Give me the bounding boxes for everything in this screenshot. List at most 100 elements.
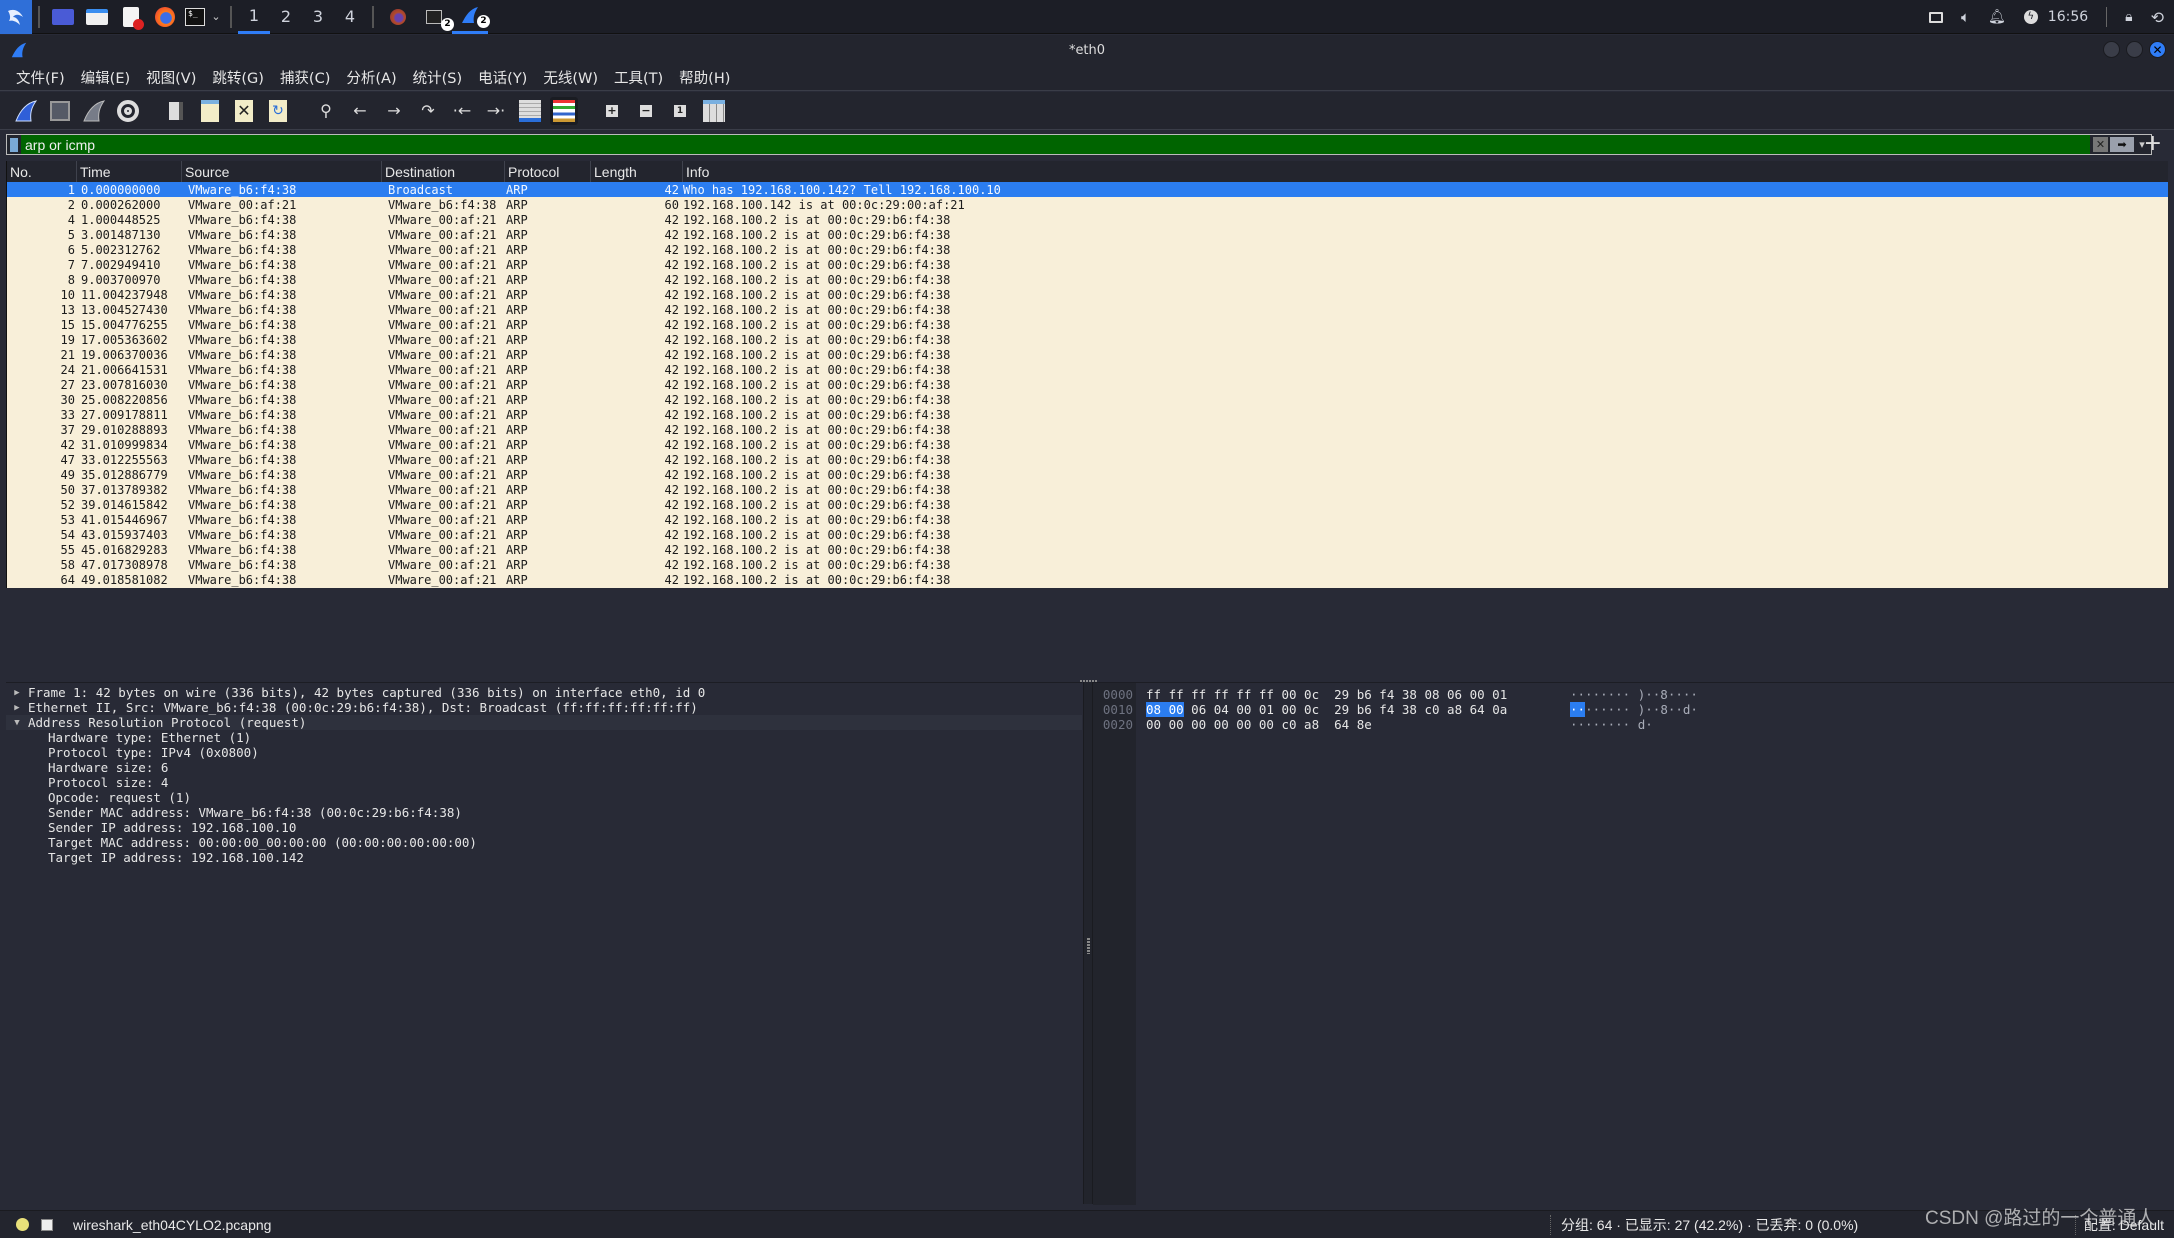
column-header-source[interactable]: Source: [182, 161, 382, 182]
tree-field[interactable]: Protocol type: IPv4 (0x0800): [6, 745, 1082, 760]
zoom-out-button[interactable]: −: [632, 97, 660, 125]
column-header-destination[interactable]: Destination: [382, 161, 505, 182]
colorize-button[interactable]: [550, 96, 578, 125]
hex-bytes[interactable]: 00 00 00 00 00 00 c0 a8 64 8e: [1146, 717, 1546, 732]
workspace-1[interactable]: 1: [238, 0, 270, 34]
packet-details-tree[interactable]: ▶ Frame 1: 42 bytes on wire (336 bits), 4…: [6, 682, 1082, 1204]
packet-row[interactable]: 24 21.006641531 VMware_b6:f4:38 VMware_00:a…: [7, 362, 2168, 377]
workspace-2[interactable]: 2: [270, 0, 302, 34]
packet-row[interactable]: 7 7.002949410 VMware_b6:f4:38 VMware_00:af:…: [7, 257, 2168, 272]
tree-field[interactable]: Opcode: request (1): [6, 790, 1082, 805]
close-button[interactable]: ✕: [2149, 41, 2166, 58]
text-editor-button[interactable]: [114, 0, 148, 34]
packet-list[interactable]: No. Time Source Destination Protocol Len…: [6, 161, 2168, 588]
kali-menu-button[interactable]: [0, 0, 32, 34]
packet-row[interactable]: 47 33.012255563 VMware_b6:f4:38 VMware_00:a…: [7, 452, 2168, 467]
ascii-highlighted[interactable]: ··: [1570, 702, 1586, 717]
tree-field[interactable]: Sender MAC address: VMware_b6:f4:38 (00:…: [6, 805, 1082, 820]
column-header-length[interactable]: Length: [591, 161, 683, 182]
menu-tools[interactable]: 工具(T): [606, 67, 671, 88]
menu-telephony[interactable]: 电话(Y): [470, 67, 535, 88]
ascii-dump[interactable]: ········ )··8··d·: [1570, 702, 1698, 717]
resize-columns-button[interactable]: [700, 97, 728, 125]
packet-bytes-pane[interactable]: 0000 ff ff ff ff ff ff 00 0c 29 b6 f4 38 …: [1093, 682, 2174, 1205]
menu-capture[interactable]: 捕获(C): [272, 67, 338, 88]
packet-row[interactable]: 42 31.010999834 VMware_b6:f4:38 VMware_00:a…: [7, 437, 2168, 452]
packet-row[interactable]: 27 23.007816030 VMware_b6:f4:38 VMware_00:a…: [7, 377, 2168, 392]
terminal-launcher[interactable]: $_: [182, 0, 208, 34]
network-icon[interactable]: [1928, 11, 1943, 23]
auto-scroll-button[interactable]: [516, 97, 544, 125]
notification-bell-icon[interactable]: 🔔︎: [1988, 9, 2006, 25]
packet-row[interactable]: 5 3.001487130 VMware_b6:f4:38 VMware_00:af:…: [7, 227, 2168, 242]
first-packet-button[interactable]: ·←: [448, 97, 476, 125]
workspace-3[interactable]: 3: [302, 0, 334, 34]
start-capture-button[interactable]: [12, 97, 40, 125]
packet-row[interactable]: 15 15.004776255 VMware_b6:f4:38 VMware_00:a…: [7, 317, 2168, 332]
packet-row[interactable]: 33 27.009178811 VMware_b6:f4:38 VMware_00:a…: [7, 407, 2168, 422]
workspace-4[interactable]: 4: [334, 0, 366, 34]
packet-row[interactable]: 13 13.004527430 VMware_b6:f4:38 VMware_00:a…: [7, 302, 2168, 317]
tree-field[interactable]: Protocol size: 4: [6, 775, 1082, 790]
ascii-dump[interactable]: ········ )··8····: [1570, 687, 1698, 702]
tree-field[interactable]: Target MAC address: 00:00:00_00:00:00 (0…: [6, 835, 1082, 850]
ascii-dump[interactable]: ········ d·: [1570, 717, 1653, 732]
packet-row[interactable]: 21 19.006370036 VMware_b6:f4:38 VMware_00:a…: [7, 347, 2168, 362]
go-forward-button[interactable]: →: [380, 97, 408, 125]
menu-statistics[interactable]: 统计(S): [405, 67, 471, 88]
packet-row[interactable]: 19 17.005363602 VMware_b6:f4:38 VMware_00:a…: [7, 332, 2168, 347]
menu-wireless[interactable]: 无线(W): [535, 67, 606, 88]
capture-options-button[interactable]: [114, 97, 142, 125]
last-packet-button[interactable]: →·: [482, 97, 510, 125]
packet-row[interactable]: 8 9.003700970 VMware_b6:f4:38 VMware_00:af:…: [7, 272, 2168, 287]
expanded-triangle-icon[interactable]: ▼: [6, 718, 28, 728]
packet-row[interactable]: 50 37.013789382 VMware_b6:f4:38 VMware_00:a…: [7, 482, 2168, 497]
save-file-button[interactable]: [196, 97, 224, 125]
clock[interactable]: 16:56: [2048, 9, 2088, 25]
hex-bytes[interactable]: 08 00 06 04 00 01 00 0c 29 b6 f4 38 c0 a…: [1146, 702, 1546, 717]
apply-filter-button[interactable]: ➡: [2110, 137, 2134, 152]
normal-size-button[interactable]: 1: [666, 97, 694, 125]
window-firefox[interactable]: [380, 0, 416, 34]
tree-field[interactable]: Target IP address: 192.168.100.142: [6, 850, 1082, 865]
menu-go[interactable]: 跳转(G): [204, 67, 272, 88]
tree-field[interactable]: Sender IP address: 192.168.100.10: [6, 820, 1082, 835]
close-file-button[interactable]: ✕: [230, 97, 258, 125]
expert-info-indicator[interactable]: [16, 1218, 29, 1231]
restart-capture-button[interactable]: [80, 97, 108, 125]
menu-file[interactable]: 文件(F): [8, 67, 73, 88]
packet-row[interactable]: 52 39.014615842 VMware_b6:f4:38 VMware_00:a…: [7, 497, 2168, 512]
launcher-dropdown[interactable]: ⌄: [208, 0, 224, 34]
go-to-packet-button[interactable]: ↷: [414, 97, 442, 125]
add-filter-button[interactable]: +: [2144, 131, 2162, 156]
packet-row[interactable]: 49 35.012886779 VMware_b6:f4:38 VMware_00:a…: [7, 467, 2168, 482]
find-packet-button[interactable]: ⚲: [312, 97, 340, 125]
column-header-info[interactable]: Info: [683, 161, 2168, 182]
go-back-button[interactable]: ←: [346, 97, 374, 125]
packet-row[interactable]: 6 5.002312762 VMware_b6:f4:38 VMware_00:af:…: [7, 242, 2168, 257]
packet-row[interactable]: 2 0.000262000 VMware_00:af:21 VMware_b6:f4:…: [7, 197, 2168, 212]
tree-node[interactable]: ▶ Ethernet II, Src: VMware_b6:f4:38 (00:0…: [6, 700, 1082, 715]
zoom-in-button[interactable]: +: [598, 97, 626, 125]
packet-row[interactable]: 37 29.010288893 VMware_b6:f4:38 VMware_00:a…: [7, 422, 2168, 437]
packet-row[interactable]: 54 43.015937403 VMware_b6:f4:38 VMware_00:a…: [7, 527, 2168, 542]
menu-help[interactable]: 帮助(H): [671, 67, 738, 88]
capture-comment-icon[interactable]: [41, 1218, 53, 1231]
display-filter-input[interactable]: [21, 135, 2090, 154]
column-header-no[interactable]: No.: [7, 161, 77, 182]
packet-row[interactable]: 30 25.008220856 VMware_b6:f4:38 VMware_00:a…: [7, 392, 2168, 407]
volume-icon[interactable]: 🔈︎: [1961, 8, 1970, 26]
hex-bytes-highlighted[interactable]: 08 00: [1146, 702, 1184, 717]
column-header-protocol[interactable]: Protocol: [505, 161, 591, 182]
lock-icon[interactable]: 🔒︎: [2125, 9, 2132, 25]
tree-node[interactable]: ▶ Frame 1: 42 bytes on wire (336 bits), 4…: [6, 685, 1082, 700]
collapsed-triangle-icon[interactable]: ▶: [6, 703, 28, 713]
show-desktop-button[interactable]: [46, 0, 80, 34]
tree-field[interactable]: Hardware size: 6: [6, 760, 1082, 775]
packet-row[interactable]: 53 41.015446967 VMware_b6:f4:38 VMware_00:a…: [7, 512, 2168, 527]
open-file-button[interactable]: [162, 97, 190, 125]
stop-capture-button[interactable]: [46, 97, 74, 125]
window-wireshark[interactable]: 2: [452, 0, 490, 34]
packet-row[interactable]: 58 47.017308978 VMware_b6:f4:38 VMware_00:a…: [7, 557, 2168, 572]
tree-node[interactable]: ▼ Address Resolution Protocol (request): [6, 715, 1082, 730]
